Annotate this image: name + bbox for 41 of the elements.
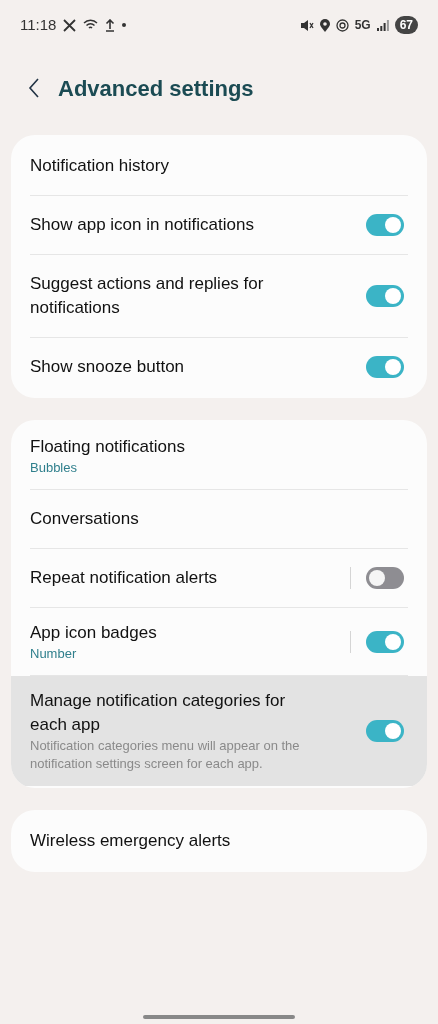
- battery-level: 67: [394, 16, 418, 34]
- toggle-switch[interactable]: [366, 356, 404, 378]
- row-title: Show app icon in notifications: [30, 214, 255, 236]
- row-title: Repeat notification alerts: [30, 567, 219, 589]
- upload-icon: [105, 18, 116, 32]
- row-value: Bubbles: [30, 459, 78, 476]
- settings-row[interactable]: Show app icon in notifications: [11, 196, 427, 255]
- settings-row[interactable]: Wireless emergency alerts: [11, 812, 427, 870]
- signal-icon: [376, 19, 389, 31]
- row-title: Manage notification categories for each app: [30, 690, 287, 736]
- toggle-switch[interactable]: [366, 720, 404, 742]
- dot-icon: [122, 23, 127, 27]
- settings-row[interactable]: Conversations: [11, 490, 427, 549]
- mute-icon: [299, 18, 314, 32]
- row-title: App icon badges: [30, 622, 158, 644]
- location-icon: [319, 18, 330, 32]
- row-description: Notification categories menu will appear on the notification settings screen for each app.: [30, 737, 301, 773]
- page-title: Advanced settings: [58, 74, 254, 103]
- settings-row[interactable]: Manage notification categories for each app Notification categories menu will appear on the notification settings screen for each app.: [11, 676, 427, 786]
- status-time: 11:18: [20, 14, 57, 35]
- wifi-icon: [83, 19, 99, 31]
- row-title: Suggest actions and replies for notifications: [30, 273, 265, 319]
- hotspot-icon: [335, 18, 349, 32]
- settings-row[interactable]: Show snooze button: [11, 338, 427, 396]
- settings-row[interactable]: Repeat notification alerts: [11, 549, 427, 608]
- row-title: Floating notifications: [30, 436, 186, 458]
- toggle-switch[interactable]: [366, 630, 404, 653]
- network-type: 5G: [354, 17, 371, 34]
- row-value: Number: [30, 645, 78, 662]
- settings-row[interactable]: Suggest actions and replies for notifications: [11, 255, 427, 338]
- x-logo-icon: [63, 18, 77, 32]
- back-icon[interactable]: [28, 78, 40, 98]
- toggle-switch[interactable]: [366, 214, 404, 236]
- row-title: Conversations: [30, 508, 140, 530]
- settings-row[interactable]: Floating notifications Bubbles: [11, 422, 427, 490]
- row-title: Notification history: [30, 155, 170, 177]
- toggle-switch[interactable]: [366, 285, 404, 307]
- toggle-switch[interactable]: [366, 567, 404, 589]
- row-title: Wireless emergency alerts: [30, 830, 232, 852]
- row-title: Show snooze button: [30, 356, 186, 378]
- settings-row[interactable]: Notification history: [11, 137, 427, 196]
